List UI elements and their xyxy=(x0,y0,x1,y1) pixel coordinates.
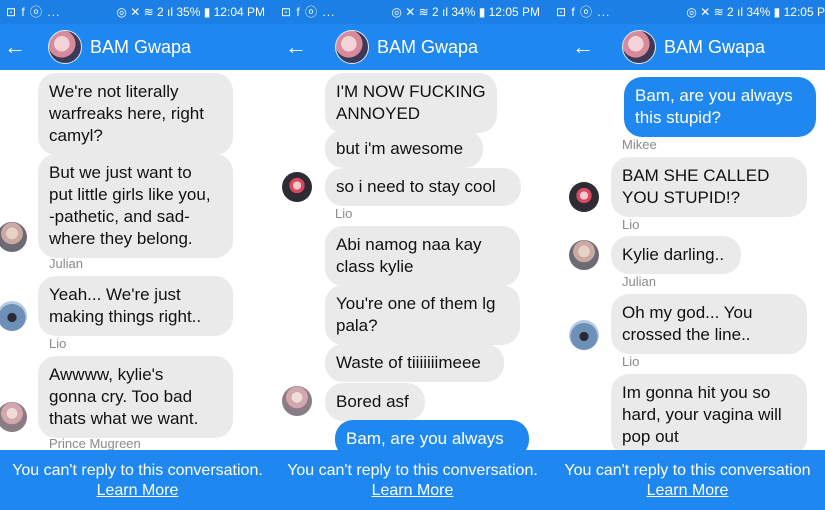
sender-name: Lio xyxy=(49,336,67,351)
sender-name: Lio xyxy=(622,354,640,369)
message-bubble: BAM SHE CALLED YOU STUPID!? xyxy=(611,157,807,217)
avatar-julian[interactable] xyxy=(569,240,599,270)
message-bubble: Kylie darling.. xyxy=(611,236,741,274)
back-arrow-icon[interactable]: ← xyxy=(0,32,30,62)
message-bubble: I'M NOW FUCKING ANNOYED xyxy=(325,73,497,133)
sender-name: Julian xyxy=(622,274,656,289)
learn-more-link[interactable]: Learn More xyxy=(97,481,179,501)
learn-more-link[interactable]: Learn More xyxy=(372,481,454,501)
conversation-title[interactable]: BAM Gwapa xyxy=(664,24,765,70)
avatar-lio[interactable] xyxy=(569,320,599,350)
status-indicators: ◎ ✕ ≋ 2 ıl 35% ▮ 12:04 PM xyxy=(116,5,265,19)
message-bubble: Bored asf xyxy=(325,383,425,421)
reply-disabled-notice: You can't reply to this conversation xyxy=(564,462,811,479)
message-bubble: Im gonna hit you so hard, your vagina wi… xyxy=(611,374,807,450)
chat-screen-3: ⊡ f ⓞ ... ◎ ✕ ≋ 2 ıl 34% ▮ 12:05 P ← BAM… xyxy=(550,0,825,510)
message-list[interactable]: I'M NOW FUCKING ANNOYED but i'm awesome … xyxy=(275,70,550,450)
group-avatar[interactable] xyxy=(622,30,656,64)
chat-screen-2: ⊡ f ⓞ ... ◎ ✕ ≋ 2 ıl 34% ▮ 12:05 PM ← BA… xyxy=(275,0,550,510)
avatar-sender[interactable] xyxy=(282,386,312,416)
reply-disabled-banner: You can't reply to this conversation Lea… xyxy=(550,450,825,510)
message-bubble: Awwww, kylie's gonna cry. Too bad thats … xyxy=(38,356,233,438)
sender-name: Prince Mugreen xyxy=(49,436,141,450)
message-bubble: Oh my god... You crossed the line.. xyxy=(611,294,807,354)
avatar-lio[interactable] xyxy=(0,301,27,331)
notification-icons: ⊡ f ⓞ ... xyxy=(6,5,61,19)
notification-icons: ⊡ f ⓞ ... xyxy=(281,5,336,19)
sender-name: Lio xyxy=(335,206,353,221)
reply-disabled-banner: You can't reply to this conversation. Le… xyxy=(0,450,275,510)
message-bubble: But we just want to put little girls lik… xyxy=(38,154,233,258)
sender-name: Lio xyxy=(622,217,640,232)
back-arrow-icon[interactable]: ← xyxy=(568,32,598,62)
notification-icons: ⊡ f ⓞ ... xyxy=(556,5,611,19)
message-bubble: Yeah... We're just making things right.. xyxy=(38,276,233,336)
conversation-header: ← BAM Gwapa xyxy=(275,24,550,70)
conversation-title[interactable]: BAM Gwapa xyxy=(90,24,191,70)
message-bubble: We're not literally warfreaks here, righ… xyxy=(38,73,233,155)
group-avatar[interactable] xyxy=(48,30,82,64)
message-list[interactable]: Bam, are you always this stupid? Mikee B… xyxy=(550,70,825,450)
conversation-header: ← BAM Gwapa xyxy=(550,24,825,70)
status-indicators: ◎ ✕ ≋ 2 ıl 34% ▮ 12:05 PM xyxy=(391,5,540,19)
status-bar: ⊡ f ⓞ ... ◎ ✕ ≋ 2 ıl 35% ▮ 12:04 PM xyxy=(0,0,275,24)
avatar-julian[interactable] xyxy=(0,222,27,252)
message-bubble: so i need to stay cool xyxy=(325,168,521,206)
chat-screen-1: ⊡ f ⓞ ... ◎ ✕ ≋ 2 ıl 35% ▮ 12:04 PM ← BA… xyxy=(0,0,275,510)
message-bubble: Waste of tiiiiiiimeee xyxy=(325,344,504,382)
message-bubble: but i'm awesome xyxy=(325,130,483,168)
status-bar: ⊡ f ⓞ ... ◎ ✕ ≋ 2 ıl 34% ▮ 12:05 P xyxy=(550,0,825,24)
status-indicators: ◎ ✕ ≋ 2 ıl 34% ▮ 12:05 P xyxy=(686,5,825,19)
sender-name: Julian xyxy=(49,256,83,271)
reply-disabled-notice: You can't reply to this conversation. xyxy=(287,462,538,479)
back-arrow-icon[interactable]: ← xyxy=(281,32,311,62)
reply-disabled-notice: You can't reply to this conversation. xyxy=(12,462,263,479)
message-bubble: You're one of them lg pala? xyxy=(325,285,520,345)
sender-name: Mikee xyxy=(622,137,657,152)
avatar-mikee[interactable] xyxy=(569,182,599,212)
conversation-header: ← BAM Gwapa xyxy=(0,24,275,70)
conversation-title[interactable]: BAM Gwapa xyxy=(377,24,478,70)
group-avatar[interactable] xyxy=(335,30,369,64)
message-list[interactable]: We're not literally warfreaks here, righ… xyxy=(0,70,275,450)
message-bubble: Abi namog naa kay class kylie xyxy=(325,226,520,286)
message-bubble-own: Bam, are you always this stupid? xyxy=(624,77,816,137)
message-bubble-own: Bam, are you always xyxy=(335,420,529,450)
avatar-mikee[interactable] xyxy=(282,172,312,202)
learn-more-link[interactable]: Learn More xyxy=(647,481,729,501)
status-bar: ⊡ f ⓞ ... ◎ ✕ ≋ 2 ıl 34% ▮ 12:05 PM xyxy=(275,0,550,24)
reply-disabled-banner: You can't reply to this conversation. Le… xyxy=(275,450,550,510)
avatar-prince-mugreen[interactable] xyxy=(0,402,27,432)
